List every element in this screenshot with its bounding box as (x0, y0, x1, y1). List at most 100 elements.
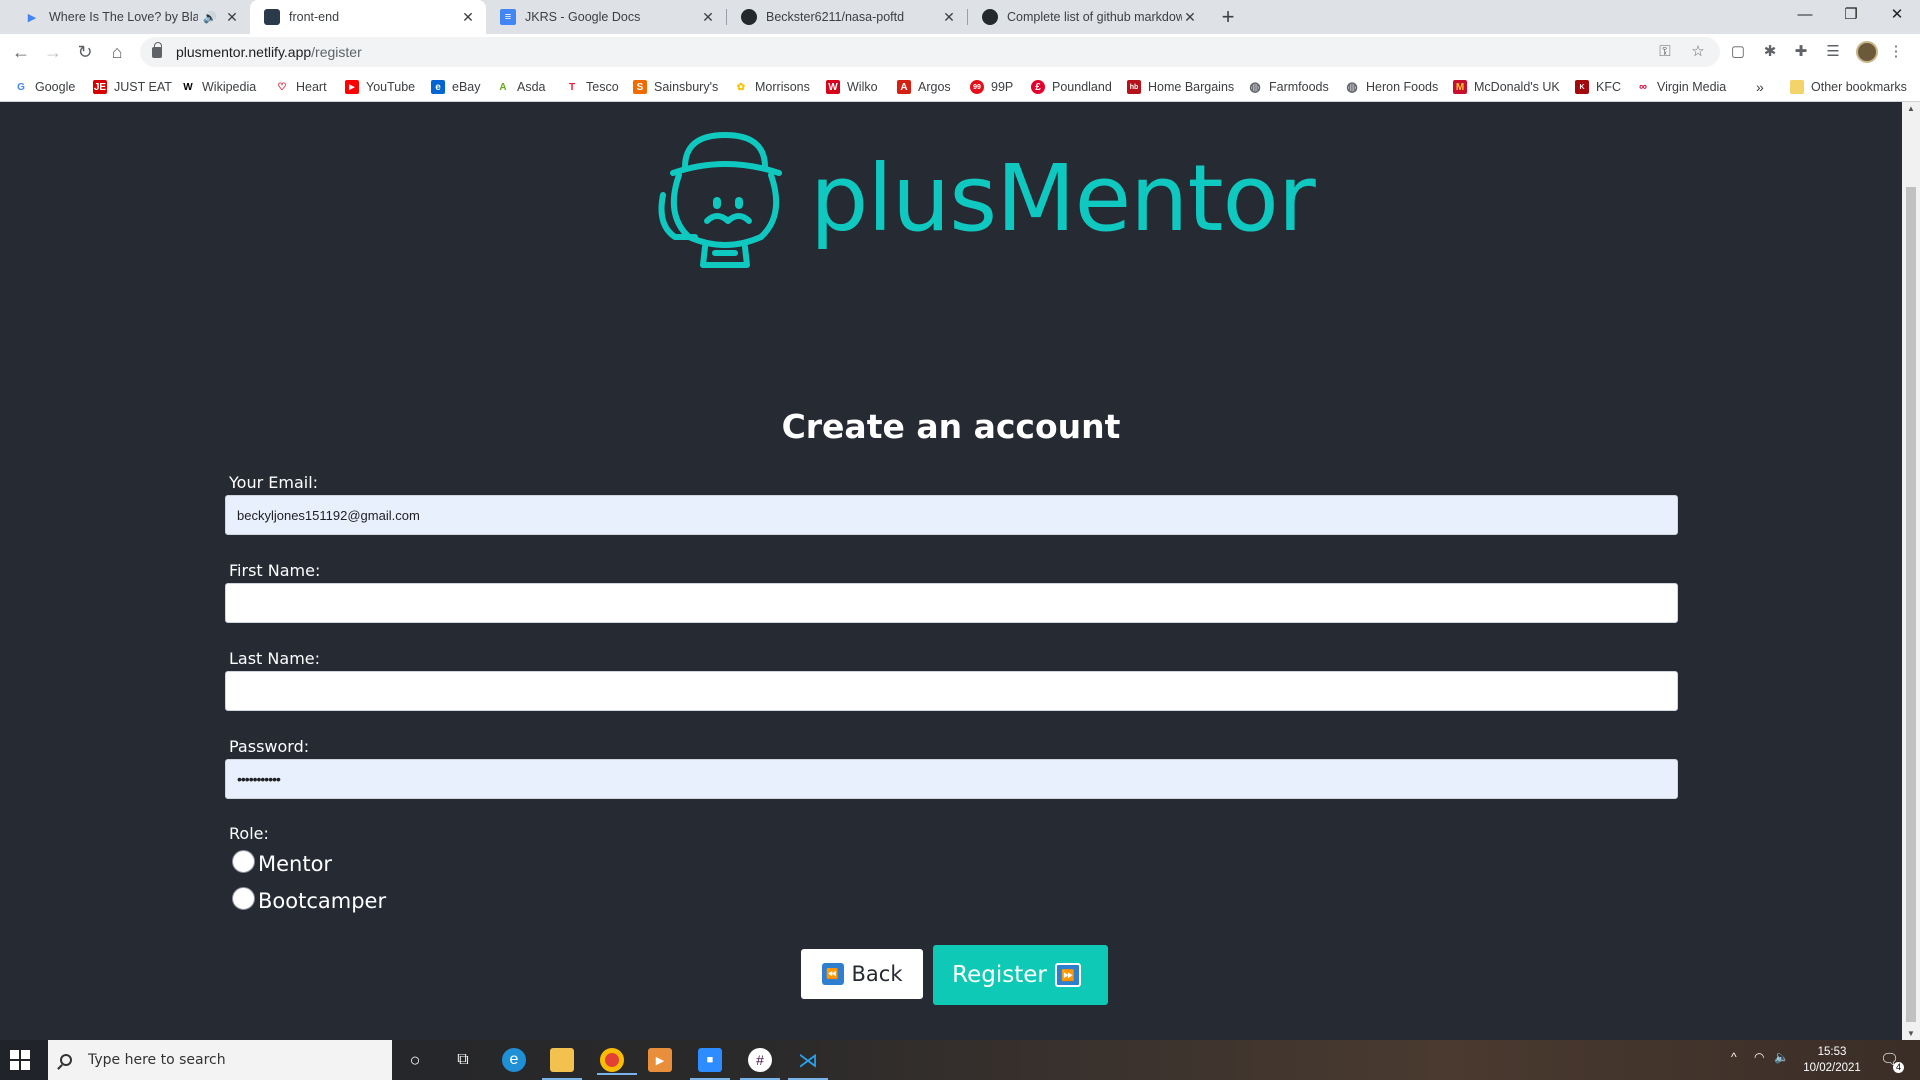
password-field[interactable] (225, 759, 1678, 799)
bookmark-sainsburys[interactable]: S Sainsbury's (633, 78, 718, 96)
close-window-button[interactable]: ✕ (1874, 0, 1920, 30)
media-player-icon[interactable]: ▶ (648, 1048, 672, 1072)
poundland-icon: £ (1031, 80, 1045, 94)
tab-github-markdown[interactable]: Complete list of github markdow ✕ (968, 0, 1208, 34)
bookmark-label: eBay (452, 80, 481, 94)
bookmark-label: 99P (991, 80, 1014, 94)
mentor-radio[interactable] (232, 849, 255, 873)
reload-icon[interactable]: ↻ (73, 40, 97, 64)
scroll-up-arrow-icon[interactable]: ▲ (1902, 104, 1920, 113)
bookmark-label: McDonald's UK (1474, 80, 1560, 94)
minimize-button[interactable]: — (1782, 0, 1828, 30)
audio-icon[interactable]: 🔊 (202, 9, 218, 25)
back-button[interactable]: ⏪ Back (801, 949, 923, 999)
new-tab-button[interactable]: + (1215, 4, 1241, 30)
lock-icon[interactable] (152, 41, 162, 58)
tab-google-docs[interactable]: ≡ JKRS - Google Docs ✕ (486, 0, 726, 34)
menu-kebab-icon[interactable]: ⋮ (1886, 42, 1906, 62)
mcdonalds-icon: M (1453, 80, 1467, 94)
profile-avatar[interactable] (1856, 41, 1878, 63)
bookmark-google[interactable]: G Google (14, 78, 75, 96)
bookmark-just-eat[interactable]: JE JUST EAT (93, 78, 172, 96)
bookmark-ebay[interactable]: e eBay (431, 78, 481, 96)
scroll-thumb[interactable] (1906, 187, 1916, 1022)
cortana-icon[interactable]: ○ (403, 1048, 427, 1072)
bookmark-heart[interactable]: ♡ Heart (275, 78, 327, 96)
bookmark-label: Sainsbury's (654, 80, 719, 94)
key-icon[interactable]: ⚿ (1655, 42, 1675, 62)
bookmark-youtube[interactable]: ▶ YouTube (345, 78, 415, 96)
last-name-field[interactable] (225, 671, 1678, 711)
volume-icon[interactable]: 🔈 (1774, 1050, 1789, 1064)
role-option-mentor[interactable]: Mentor (232, 849, 333, 876)
slack-icon[interactable]: # (740, 1048, 780, 1080)
tab-github-nasa[interactable]: Beckster6211/nasa-poftd ✕ (727, 0, 967, 34)
bookmark-home-bargains[interactable]: hb Home Bargains (1127, 78, 1234, 96)
close-tab-icon[interactable]: ✕ (224, 9, 240, 26)
bookmark-heron-foods[interactable]: ◍ Heron Foods (1345, 78, 1438, 96)
docs-icon: ≡ (500, 9, 516, 25)
tab-front-end[interactable]: front-end ✕ (250, 0, 486, 34)
taskbar-search-box[interactable]: Type here to search (48, 1040, 392, 1080)
bookmark-tesco[interactable]: T Tesco (565, 78, 619, 96)
tab-where-is-the-love[interactable]: ▶ Where Is The Love? by Black 🔊 ✕ (10, 0, 250, 34)
bookmark-poundland[interactable]: £ Poundland (1031, 78, 1112, 96)
bookmark-label: Wikipedia (202, 80, 257, 94)
extensions-puzzle-icon[interactable]: ✚ (1791, 42, 1811, 62)
vscode-icon[interactable]: ⋊ (788, 1048, 828, 1080)
back-arrow-icon[interactable]: ← (9, 40, 33, 64)
bookmark-farmfoods[interactable]: ◍ Farmfoods (1248, 78, 1328, 96)
close-tab-icon[interactable]: ✕ (1182, 9, 1198, 26)
bookmark-label: Virgin Media (1657, 80, 1727, 94)
mentor-radio-label: Mentor (258, 852, 333, 876)
more-bookmarks-button[interactable]: » (1756, 78, 1764, 96)
first-name-field[interactable] (225, 583, 1678, 623)
file-explorer-icon[interactable] (542, 1048, 582, 1080)
bookmark-label: Heron Foods (1366, 80, 1439, 94)
globe-icon: ◍ (1346, 79, 1358, 94)
argos-icon: A (897, 80, 911, 94)
last-name-label: Last Name: (229, 649, 321, 668)
taskbar-clock[interactable]: 15:53 10/02/2021 (1800, 1044, 1864, 1076)
zoom-icon[interactable]: ■ (690, 1048, 730, 1080)
bookmark-mcdonalds[interactable]: M McDonald's UK (1453, 78, 1560, 96)
scroll-down-arrow-icon[interactable]: ▼ (1902, 1029, 1920, 1038)
extension-blank-icon[interactable]: ▢ (1728, 42, 1748, 62)
windows-start-icon[interactable] (10, 1050, 30, 1070)
star-icon[interactable]: ☆ (1688, 42, 1708, 62)
forward-arrow-icon[interactable]: → (41, 40, 65, 64)
media-queue-icon[interactable]: ☰ (1823, 42, 1843, 62)
bookmark-morrisons[interactable]: ✿ Morrisons (734, 78, 810, 96)
email-field[interactable] (225, 495, 1678, 535)
home-icon[interactable]: ⌂ (105, 40, 129, 64)
bookmark-wikipedia[interactable]: W Wikipedia (181, 78, 256, 96)
bookmark-virgin-media[interactable]: ∞ Virgin Media (1636, 78, 1726, 96)
wifi-icon[interactable]: ◠ (1754, 1050, 1764, 1064)
bookmark-99p[interactable]: 99 99P (970, 78, 1013, 96)
page-scrollbar[interactable]: ▲ ▼ (1902, 102, 1920, 1040)
task-view-icon[interactable]: ⧉ (451, 1048, 475, 1072)
restore-button[interactable]: ❐ (1828, 0, 1874, 30)
bookmark-wilko[interactable]: W Wilko (826, 78, 878, 96)
home-bargains-icon: hb (1127, 80, 1141, 94)
bookmarks-bar: G Google JE JUST EAT W Wikipedia ♡ Heart ▶ Yo… (0, 70, 1920, 102)
bug-extension-icon[interactable]: ✱ (1760, 42, 1780, 62)
folder-icon (1790, 80, 1804, 94)
edge-icon[interactable]: e (502, 1048, 526, 1072)
bootcamper-radio[interactable] (232, 886, 255, 910)
address-bar[interactable]: plusmentor.netlify.app/register (140, 37, 1720, 67)
role-option-bootcamper[interactable]: Bootcamper (232, 886, 386, 913)
bookmark-asda[interactable]: A Asda (496, 78, 545, 96)
show-hidden-icons-chevron-icon[interactable]: ^ (1731, 1050, 1737, 1064)
bookmark-label: Home Bargains (1148, 80, 1235, 94)
plusmentor-logo[interactable]: plusMentor (655, 125, 1316, 270)
bookmark-kfc[interactable]: K KFC (1575, 78, 1621, 96)
register-button-label: Register (952, 962, 1047, 988)
register-button[interactable]: Register ⏩ (933, 945, 1108, 1005)
chrome-icon[interactable] (597, 1048, 637, 1075)
other-bookmarks-folder[interactable]: Other bookmarks (1790, 78, 1907, 96)
close-tab-icon[interactable]: ✕ (700, 9, 716, 26)
bookmark-argos[interactable]: A Argos (897, 78, 951, 96)
close-tab-icon[interactable]: ✕ (460, 9, 476, 26)
close-tab-icon[interactable]: ✕ (941, 9, 957, 26)
